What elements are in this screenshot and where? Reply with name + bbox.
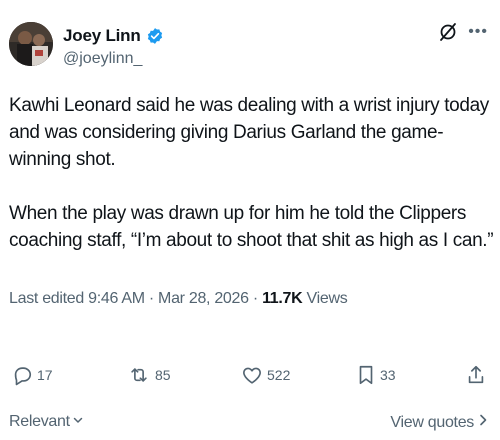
views-label: Views xyxy=(302,290,348,307)
sort-label: Relevant xyxy=(9,413,70,430)
bookmark-count: 33 xyxy=(380,367,396,383)
like-count: 522 xyxy=(267,367,291,383)
like-button[interactable]: 522 xyxy=(241,364,290,386)
more-options-icon[interactable]: ••• xyxy=(468,23,488,41)
repost-icon xyxy=(127,364,151,386)
repost-button[interactable]: 85 xyxy=(127,364,171,386)
sort-replies-dropdown[interactable]: Relevant xyxy=(9,413,84,431)
view-quotes-label: View quotes xyxy=(390,413,474,431)
reply-icon xyxy=(11,364,33,386)
author-display-name[interactable]: Joey Linn xyxy=(63,26,141,46)
share-icon xyxy=(466,364,486,386)
view-quotes-link[interactable]: View quotes xyxy=(390,413,488,432)
share-button[interactable] xyxy=(466,364,486,386)
verified-badge-icon xyxy=(146,27,164,45)
tweet-paragraph: Kawhi Leonard said he was dealing with a… xyxy=(9,95,489,170)
avatar-photo xyxy=(9,22,53,66)
action-bar: 17 85 522 33 xyxy=(9,364,489,388)
chevron-down-icon xyxy=(72,413,84,431)
tweet-text: Kawhi Leonard said he was dealing with a… xyxy=(9,92,495,254)
author-name-row[interactable]: Joey Linn xyxy=(63,26,164,46)
tweet-top-icons: ••• xyxy=(438,22,488,42)
grok-icon[interactable] xyxy=(438,22,458,42)
edited-timestamp[interactable]: Last edited 9:46 AM · Mar 28, 2026 · xyxy=(9,290,262,307)
author-handle[interactable]: @joeylinn_ xyxy=(63,50,142,68)
views-count: 11.7K xyxy=(262,290,303,307)
avatar[interactable] xyxy=(9,22,53,66)
tweet-paragraph: When the play was drawn up for him he to… xyxy=(9,203,494,251)
repost-count: 85 xyxy=(155,367,171,383)
tweet-meta: Last edited 9:46 AM · Mar 28, 2026 · 11.… xyxy=(9,290,348,308)
bookmark-button[interactable]: 33 xyxy=(356,364,396,386)
heart-icon xyxy=(241,364,263,386)
bookmark-icon xyxy=(356,364,376,386)
reply-button[interactable]: 17 xyxy=(11,364,53,386)
chevron-right-icon xyxy=(478,413,488,432)
tweet-card: Joey Linn @joeylinn_ ••• Kawhi Leonard s… xyxy=(0,0,500,440)
reply-count: 17 xyxy=(37,367,53,383)
